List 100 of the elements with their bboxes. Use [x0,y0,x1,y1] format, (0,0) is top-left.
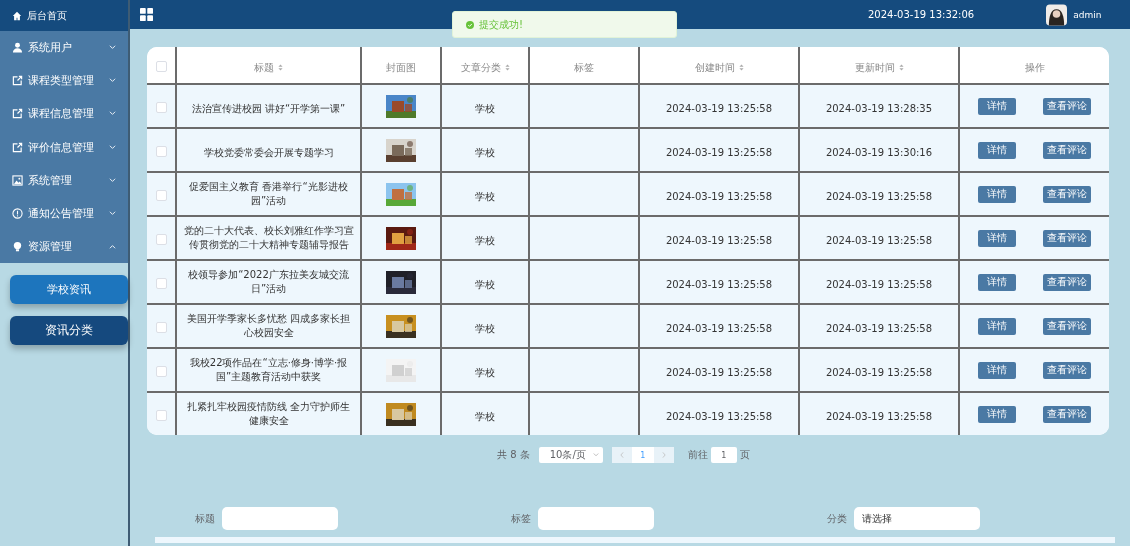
detail-button[interactable]: 详情 [978,229,1017,247]
checkbox[interactable] [155,321,167,333]
table-cell: 2024-03-19 13:25:58 [825,410,933,422]
checkbox[interactable] [155,101,167,113]
submenu-button[interactable]: 学校资讯 [10,275,128,305]
column-header: 创建时间 [694,60,735,75]
comments-button[interactable]: 查看评论 [1042,273,1091,291]
image-icon [12,174,23,186]
page-input[interactable]: 1 [710,447,737,463]
chevron-left-icon [619,452,624,458]
checkbox[interactable] [155,189,167,201]
column-header: 更新时间 [854,60,895,75]
page-size-select[interactable]: 10条/页 [538,447,603,463]
prev-page-button[interactable] [611,447,632,463]
article-title: 法治宣传进校园 讲好“开学第一课” [191,101,346,116]
table-cell: 2024-03-19 13:25:58 [825,190,933,202]
article-title: 扎紧扎牢校园疫情防线 全力守护师生健康安全 [185,400,352,428]
checkbox[interactable] [155,145,167,157]
comments-button[interactable]: 查看评论 [1042,361,1091,379]
page-number[interactable]: 1 [631,447,654,463]
table-cell: 学校 [475,190,495,202]
share-icon [12,141,23,153]
checkbox[interactable] [155,60,167,72]
sidebar-menu-item[interactable]: 课程信息管理 [0,97,128,131]
detail-button[interactable]: 详情 [978,273,1017,291]
date-time: 2024-03-19 13:32:06 [868,9,975,20]
detail-button[interactable]: 详情 [978,141,1017,159]
field-label: 标签 [511,511,531,526]
sidebar-menu-item[interactable]: 通知公告管理 [0,196,128,231]
sidebar-menu-item[interactable]: 课程类型管理 [0,64,128,98]
table-cell: 学校 [475,410,495,422]
field-label: 分类 [827,511,847,526]
article-title: 校领导参加“2022广东拉美友城交流日”活动 [187,268,350,296]
home-icon [12,10,22,21]
table-cell: 学校 [475,146,495,158]
detail-button[interactable]: 详情 [978,185,1017,203]
sidebar-menu-item[interactable]: 评价信息管理 [0,130,128,164]
sidebar-menu-item[interactable]: 系统管理 [0,163,128,197]
comments-button[interactable]: 查看评论 [1042,317,1091,335]
detail-button[interactable]: 详情 [978,361,1017,379]
detail-button[interactable]: 详情 [978,405,1017,423]
checkbox[interactable] [155,233,167,245]
checkbox[interactable] [155,277,167,289]
sidebar-menu-item[interactable]: 系统用户 [0,31,128,65]
column-header: 操作 [1024,60,1045,75]
share-icon [12,108,23,120]
home-menu-item[interactable]: 后台首页 [0,0,128,31]
comments-button[interactable]: 查看评论 [1042,229,1091,247]
sidebar-menu-item[interactable]: 资源管理 [0,230,128,264]
field-label: 标题 [195,511,215,526]
lightbulb-icon [12,241,23,253]
column-header: 封面图 [386,60,416,75]
check-circle-icon [466,20,474,29]
username[interactable]: admin [1073,9,1102,20]
grid-icon[interactable] [140,8,153,21]
select-field[interactable]: 请选择 [854,507,980,530]
article-title: 促爱国主义教育 香港举行“光影进校园”活动 [188,180,349,208]
article-title: 美国开学季家长多忧愁 四成多家长担心校园安全 [185,312,352,340]
table-cell: 2024-03-19 13:25:58 [825,366,933,378]
table-cell: 2024-03-19 13:30:16 [825,146,933,158]
input-field[interactable] [538,507,654,530]
comments-button[interactable]: 查看评论 [1042,141,1091,159]
column-header: 标题 [254,60,274,75]
table-cell: 2024-03-19 13:25:58 [665,322,773,334]
table-cell: 2024-03-19 13:25:58 [665,234,773,246]
table-cell: 2024-03-19 13:28:35 [825,102,933,114]
checkbox[interactable] [155,365,167,377]
detail-button[interactable]: 详情 [978,317,1017,335]
table-cell: 2024-03-19 13:25:58 [665,146,773,158]
table-cell: 2024-03-19 13:25:58 [665,366,773,378]
comments-button[interactable]: 查看评论 [1042,185,1091,203]
table-cell: 2024-03-19 13:25:58 [825,322,933,334]
table-cell: 学校 [475,102,495,114]
comments-button[interactable]: 查看评论 [1042,97,1091,115]
article-title: 党的二十大代表、校长刘雅红作学习宣传贯彻党的二十大精神专题辅导报告 [182,224,355,252]
total-count: 共 8 条 [497,448,530,462]
article-title: 学校党委常委会开展专题学习 [203,145,334,160]
table-cell: 学校 [475,322,495,334]
table-cell: 2024-03-19 13:25:58 [665,102,773,114]
table-cell: 学校 [475,234,495,246]
sort-icon[interactable] [278,64,283,71]
next-page-button[interactable] [653,447,674,463]
share-icon [12,75,23,87]
avatar-icon[interactable] [1046,3,1068,26]
submenu-button[interactable]: 资讯分类 [10,316,128,346]
page-suffix: 页 [739,448,750,462]
column-header: 标签 [574,60,594,75]
sort-icon[interactable] [504,64,510,71]
table-cell: 2024-03-19 13:25:58 [665,190,773,202]
sort-icon[interactable] [898,64,904,71]
sort-icon[interactable] [738,64,744,71]
table-cell: 2024-03-19 13:25:58 [825,278,933,290]
detail-button[interactable]: 详情 [978,97,1017,115]
input-field[interactable] [222,507,338,530]
table-cell: 2024-03-19 13:25:58 [665,278,773,290]
caret-icon [592,453,599,457]
goto-label: 前往 [687,448,708,462]
table-cell: 学校 [475,366,495,378]
checkbox[interactable] [155,409,167,421]
comments-button[interactable]: 查看评论 [1042,405,1091,423]
